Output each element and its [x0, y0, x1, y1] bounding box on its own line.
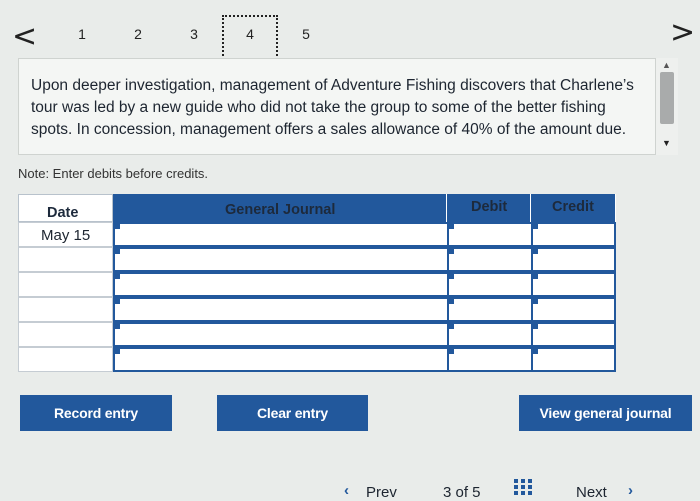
clear-entry-button[interactable]: Clear entry: [217, 395, 368, 431]
header-credit: Credit: [531, 194, 616, 222]
debit-input[interactable]: [447, 322, 533, 347]
journal-row: [18, 272, 616, 297]
date-cell: [18, 347, 113, 372]
question-scrollbar[interactable]: ▲ ▼: [656, 58, 678, 155]
header-date-label: Date: [47, 205, 79, 221]
view-general-journal-button[interactable]: View general journal: [519, 395, 692, 431]
header-debit: Debit: [447, 194, 531, 222]
credit-input[interactable]: [531, 322, 616, 347]
next-step-arrow[interactable]: >: [670, 18, 695, 48]
prev-chevron-icon[interactable]: ‹: [344, 482, 349, 499]
header-date: Date: [18, 194, 113, 222]
journal-row: [18, 297, 616, 322]
account-input[interactable]: [113, 297, 449, 322]
account-input[interactable]: [113, 322, 449, 347]
account-input[interactable]: [113, 247, 449, 272]
credit-input[interactable]: [531, 297, 616, 322]
journal-row: [18, 247, 616, 272]
step-2[interactable]: 2: [128, 26, 148, 42]
grid-menu-icon[interactable]: [514, 479, 534, 495]
date-cell: [18, 322, 113, 347]
debit-input[interactable]: [447, 247, 533, 272]
header-account: General Journal: [113, 194, 447, 222]
header-credit-label: Credit: [552, 199, 594, 215]
journal-row: [18, 347, 616, 372]
prev-link[interactable]: Prev: [366, 484, 397, 501]
journal-row: May 15: [18, 222, 616, 247]
step-3[interactable]: 3: [184, 26, 204, 42]
scroll-down-icon[interactable]: ▼: [662, 138, 671, 148]
step-4[interactable]: 4: [240, 26, 260, 42]
credit-input[interactable]: [531, 222, 616, 247]
page-indicator: 3 of 5: [443, 484, 481, 501]
header-debit-label: Debit: [471, 199, 508, 215]
instruction-note: Note: Enter debits before credits.: [18, 166, 209, 181]
account-input[interactable]: [113, 222, 449, 247]
question-text-box: Upon deeper investigation, management of…: [18, 58, 656, 155]
debit-input[interactable]: [447, 272, 533, 297]
date-cell: [18, 297, 113, 322]
account-input[interactable]: [113, 272, 449, 297]
header-account-label: General Journal: [225, 202, 336, 218]
previous-step-arrow[interactable]: <: [12, 22, 37, 52]
record-entry-button[interactable]: Record entry: [20, 395, 172, 431]
step-1[interactable]: 1: [72, 26, 92, 42]
debit-input[interactable]: [447, 347, 533, 372]
date-cell: [18, 272, 113, 297]
next-chevron-icon[interactable]: ›: [628, 482, 633, 499]
date-cell: [18, 247, 113, 272]
step-5[interactable]: 5: [296, 26, 316, 42]
credit-input[interactable]: [531, 272, 616, 297]
next-link[interactable]: Next: [576, 484, 607, 501]
scroll-up-icon[interactable]: ▲: [662, 60, 671, 70]
question-text: Upon deeper investigation, management of…: [31, 77, 634, 138]
account-input[interactable]: [113, 347, 449, 372]
credit-input[interactable]: [531, 347, 616, 372]
debit-input[interactable]: [447, 222, 533, 247]
journal-row: [18, 322, 616, 347]
debit-input[interactable]: [447, 297, 533, 322]
date-cell: May 15: [18, 222, 113, 247]
credit-input[interactable]: [531, 247, 616, 272]
scroll-thumb[interactable]: [660, 72, 674, 124]
